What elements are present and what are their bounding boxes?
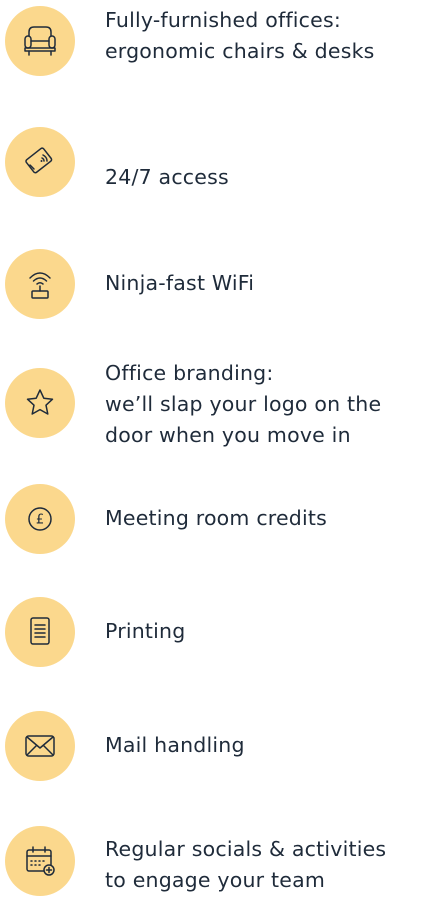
icon-circle bbox=[5, 826, 75, 896]
document-icon bbox=[30, 617, 50, 645]
icon-circle: £ bbox=[5, 484, 75, 554]
wifi-router-icon bbox=[29, 272, 51, 299]
feature-title: Printing bbox=[105, 619, 186, 643]
star-icon bbox=[26, 389, 54, 415]
armchair-icon bbox=[24, 26, 56, 56]
icon-circle bbox=[5, 597, 75, 667]
pound-symbol: £ bbox=[36, 513, 44, 528]
feature-title: Office branding: bbox=[105, 361, 274, 385]
icon-circle bbox=[5, 249, 75, 319]
icon-circle bbox=[5, 368, 75, 438]
feature-title: Meeting room credits bbox=[105, 506, 328, 530]
feature-description: door when you move in bbox=[105, 423, 351, 447]
access-card-icon bbox=[25, 147, 53, 174]
feature-description: ergonomic chairs & desks bbox=[105, 39, 375, 63]
feature-title: Ninja-fast WiFi bbox=[105, 271, 255, 295]
feature-title: Fully-furnished offices: bbox=[105, 8, 341, 32]
icon-circle bbox=[5, 127, 75, 197]
feature-description: to engage your team bbox=[105, 868, 326, 892]
feature-description: we’ll slap your logo on the bbox=[105, 392, 382, 416]
envelope-icon bbox=[25, 735, 55, 757]
pound-coin-icon: £ bbox=[28, 507, 52, 531]
feature-title: Mail handling bbox=[105, 733, 245, 757]
icon-circle bbox=[5, 711, 75, 781]
feature-title: Regular socials & activities bbox=[105, 837, 387, 861]
feature-title: 24/7 access bbox=[105, 165, 229, 189]
calendar-add-icon bbox=[26, 846, 55, 876]
icon-circle bbox=[5, 6, 75, 76]
